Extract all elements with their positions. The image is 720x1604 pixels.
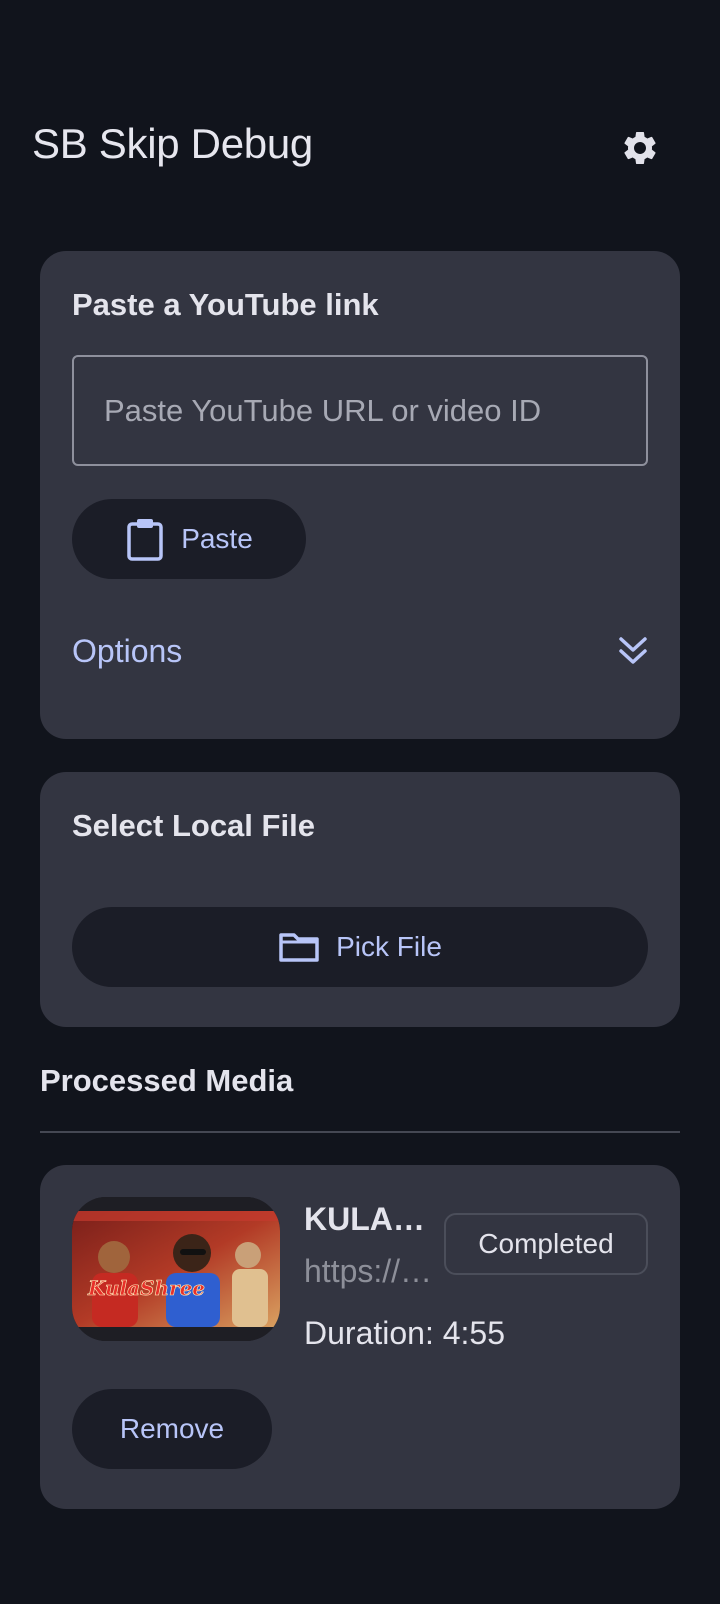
settings-button[interactable]	[612, 120, 668, 176]
processed-media-title: Processed Media	[40, 1063, 294, 1098]
paste-button[interactable]: Paste	[72, 499, 306, 579]
options-label: Options	[72, 632, 183, 669]
remove-button-label: Remove	[119, 1413, 225, 1444]
media-duration: Duration: 4:55	[304, 1315, 506, 1351]
gear-icon	[624, 132, 656, 164]
app-bar: SB Skip Debug	[0, 110, 720, 186]
youtube-link-card: Paste a YouTube link Paste Options	[40, 251, 680, 739]
media-thumbnail: KulaShree	[72, 1197, 280, 1341]
pick-file-label: Pick File	[336, 931, 442, 962]
double-chevron-down-icon	[619, 637, 647, 664]
app-title: SB Skip Debug	[32, 120, 313, 167]
media-url: https://www.youtube.com/watch	[304, 1253, 440, 1289]
remove-button[interactable]: Remove	[72, 1389, 272, 1469]
local-file-card: Select Local File Pick File	[40, 772, 680, 1027]
folder-icon	[279, 933, 319, 962]
media-title: KULASHREE	[304, 1201, 444, 1237]
youtube-url-input[interactable]	[72, 355, 648, 466]
media-item-card: KulaShree KULASHREE https://www.youtube.…	[40, 1165, 680, 1509]
pick-file-button[interactable]: Pick File	[72, 907, 648, 987]
paste-button-label: Paste	[181, 523, 253, 554]
thumbnail-text: KulaShree	[87, 1276, 205, 1300]
youtube-card-heading: Paste a YouTube link	[72, 287, 379, 322]
options-toggle[interactable]: Options	[72, 625, 648, 677]
status-badge: Completed	[444, 1213, 648, 1275]
clipboard-icon	[127, 519, 163, 561]
local-card-heading: Select Local File	[72, 808, 315, 843]
section-divider	[40, 1131, 680, 1133]
